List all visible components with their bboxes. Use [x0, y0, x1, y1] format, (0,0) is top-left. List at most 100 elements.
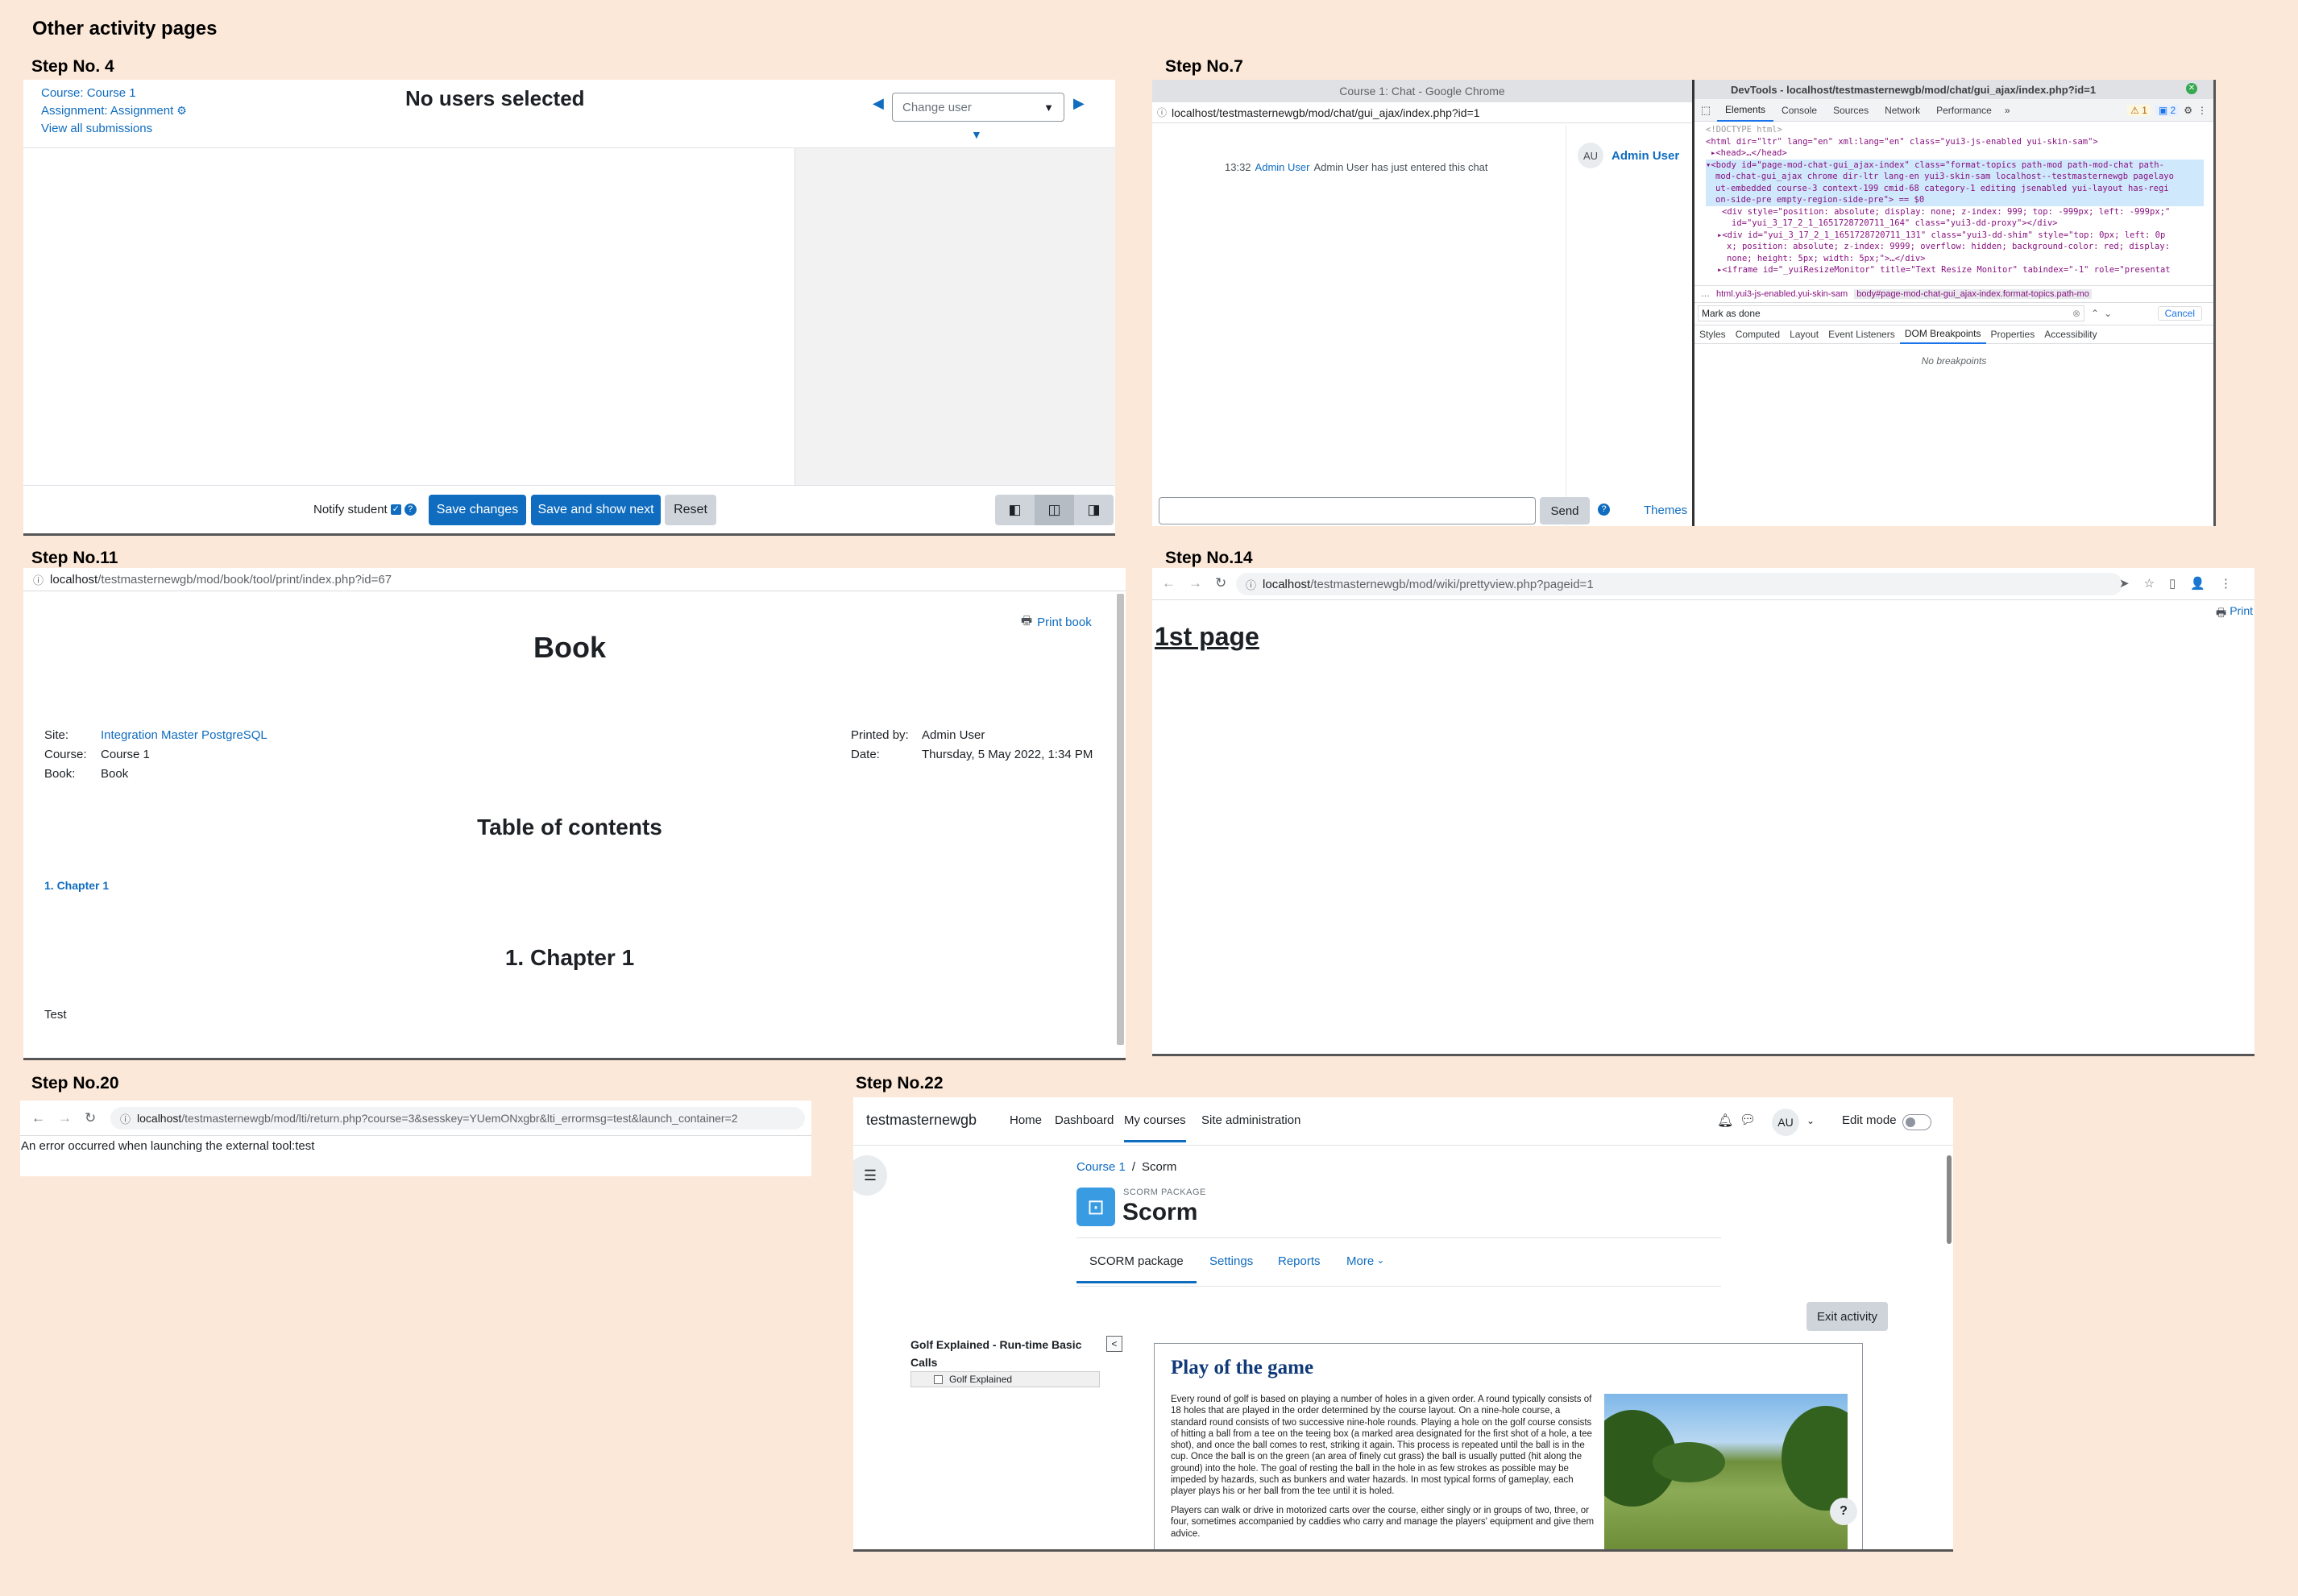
dt-tab-elements[interactable]: Elements [1717, 99, 1774, 122]
change-user-select[interactable]: Change user ▼ [892, 93, 1064, 122]
send-icon[interactable]: ➤ [2119, 576, 2130, 591]
chevron-down-icon[interactable]: ⌄ [1806, 1115, 1815, 1126]
tab-settings[interactable]: Settings [1209, 1254, 1253, 1268]
url-host[interactable]: localhost [137, 1112, 181, 1125]
chat-message-input[interactable] [1159, 497, 1536, 524]
kebab-menu-icon[interactable]: ⋮ [2220, 576, 2232, 591]
dom-line-selected[interactable]: ▾<body id="page-mod-chat-gui_ajax-index"… [1706, 159, 2204, 171]
scrollbar[interactable] [1947, 1155, 1952, 1244]
dom-line[interactable]: id="yui_3_17_2_1_1651728720711_164" clas… [1706, 218, 2204, 230]
bell-icon[interactable]: 🔔︎ [1717, 1113, 1733, 1129]
dom-line-selected[interactable]: on-side-pre empty-region-side-pre"> == $… [1706, 194, 2204, 206]
print-icon[interactable]: 🖶 [1021, 612, 1032, 632]
assignment-link[interactable]: Assignment: Assignment [41, 104, 173, 118]
next-user-icon[interactable]: ▶ [1073, 95, 1085, 112]
dt-subtab-layout[interactable]: Layout [1785, 325, 1823, 343]
dt-tab-performance[interactable]: Performance [1928, 100, 2000, 121]
tab-more[interactable]: More [1346, 1254, 1374, 1268]
edit-mode-toggle[interactable] [1902, 1114, 1931, 1130]
help-button[interactable]: ? [1830, 1498, 1857, 1525]
dom-search-input[interactable]: Mark as done ⊗ [1698, 305, 2084, 321]
message-user-link[interactable]: Admin User [1255, 161, 1310, 173]
help-icon[interactable]: ? [404, 504, 417, 516]
course-index-toggle-icon[interactable]: ☰ [853, 1155, 887, 1196]
back-icon[interactable]: ← [1162, 575, 1176, 591]
tab-reports[interactable]: Reports [1278, 1254, 1321, 1268]
toc-collapse-button[interactable]: < [1106, 1336, 1122, 1352]
view-all-submissions-link[interactable]: View all submissions [41, 122, 152, 135]
toc-item[interactable]: Golf Explained [910, 1371, 1100, 1387]
reload-icon[interactable]: ↻ [1215, 575, 1226, 591]
nav-dashboard[interactable]: Dashboard [1055, 1113, 1114, 1127]
url-path[interactable]: /testmasternewgb/mod/wiki/prettyview.php… [1310, 578, 1593, 591]
gear-icon[interactable]: ⚙ [2184, 105, 2192, 116]
breadcrumb-course-link[interactable]: Course 1 [1076, 1160, 1126, 1174]
print-link[interactable]: Print [2230, 604, 2253, 624]
dom-line-selected[interactable]: mod-chat-gui_ajax chrome dir-ltr lang-en… [1706, 171, 2204, 183]
layout-collapse-review-icon[interactable]: ◧ [995, 495, 1035, 525]
dt-tab-sources[interactable]: Sources [1825, 100, 1877, 121]
dom-line[interactable]: x; position: absolute; z-index: 9999; ov… [1706, 241, 2204, 253]
search-down-icon[interactable]: ⌄ [2104, 308, 2112, 319]
prev-user-icon[interactable]: ◀ [873, 95, 884, 112]
layout-collapse-grade-icon[interactable]: ◨ [1074, 495, 1114, 525]
dt-tab-console[interactable]: Console [1773, 100, 1825, 121]
send-button[interactable]: Send [1540, 497, 1590, 524]
inspect-icon[interactable]: ⬚ [1694, 104, 1717, 117]
forward-icon[interactable]: → [58, 1110, 72, 1126]
chat-icon[interactable]: 💬︎ [1740, 1112, 1756, 1128]
url-path[interactable]: /testmasternewgb/mod/book/tool/print/ind… [97, 573, 392, 587]
dt-subtab-event-listeners[interactable]: Event Listeners [1823, 325, 1900, 343]
help-icon[interactable]: ? [1598, 504, 1610, 516]
save-and-show-next-button[interactable]: Save and show next [531, 495, 661, 525]
layout-default-icon[interactable]: ◫ [1035, 495, 1074, 525]
search-cancel-button[interactable]: Cancel [2157, 305, 2202, 321]
save-changes-button[interactable]: Save changes [429, 495, 526, 525]
url-host[interactable]: localhost [50, 573, 97, 587]
toc-item-link[interactable]: 1. Chapter 1 [44, 879, 109, 892]
exit-activity-button[interactable]: Exit activity [1806, 1302, 1888, 1331]
dom-line[interactable]: <div style="position: absolute; display:… [1706, 206, 2204, 218]
sidebar-icon[interactable]: ▯ [2169, 576, 2176, 591]
dt-subtab-styles[interactable]: Styles [1694, 325, 1731, 343]
close-icon[interactable]: ✕ [2186, 83, 2197, 94]
forward-icon[interactable]: → [1188, 575, 1202, 591]
chat-user-name[interactable]: Admin User [1612, 149, 1679, 163]
url-path[interactable]: /testmasternewgb/mod/lti/return.php?cour… [181, 1112, 737, 1125]
kebab-menu-icon[interactable]: ⋮ [2197, 105, 2207, 116]
dom-line[interactable]: none; height: 5px; width: 5px;">…</div> [1706, 253, 2204, 265]
avatar[interactable]: AU [1772, 1109, 1799, 1136]
dom-line[interactable]: <!DOCTYPE html> [1706, 124, 2204, 136]
notify-student-checkbox[interactable]: ✓ [390, 504, 401, 515]
profile-icon[interactable]: 👤 [2190, 576, 2205, 591]
dt-subtab-properties[interactable]: Properties [1986, 325, 2040, 343]
dt-subtab-dom-breakpoints[interactable]: DOM Breakpoints [1899, 325, 1986, 344]
search-up-icon[interactable]: ⌃ [2091, 308, 2099, 319]
message-badge[interactable]: ▣ 2 [2155, 104, 2180, 116]
reload-icon[interactable]: ↻ [85, 1110, 96, 1126]
scrollbar[interactable] [1117, 594, 1124, 1045]
back-icon[interactable]: ← [31, 1110, 45, 1126]
nav-home[interactable]: Home [1010, 1113, 1042, 1127]
print-icon[interactable]: 🖶 [2216, 604, 2226, 624]
clear-icon[interactable]: ⊗ [2072, 308, 2084, 319]
reset-button[interactable]: Reset [665, 495, 716, 525]
star-icon[interactable]: ☆ [2144, 576, 2155, 591]
dt-tab-more[interactable]: » [2000, 100, 2015, 121]
site-link[interactable]: Integration Master PostgreSQL [101, 728, 268, 742]
dom-line[interactable]: ▸<head>…</head> [1706, 147, 2204, 160]
print-book-link[interactable]: Print book [1037, 616, 1092, 629]
url-text[interactable]: localhost/testmasternewgb/mod/chat/gui_a… [1172, 106, 1480, 119]
dom-line-selected[interactable]: ut-embedded course-3 context-199 cmid-68… [1706, 182, 2204, 194]
dom-line[interactable]: ▸<iframe id="_yuiResizeMonitor" title="T… [1706, 264, 2204, 276]
dom-breadcrumb-body[interactable]: body#page-mod-chat-gui_ajax-index.format… [1854, 288, 2092, 299]
warning-badge[interactable]: ⚠ 1 [2127, 104, 2151, 116]
dom-line[interactable]: <html dir="ltr" lang="en" xml:lang="en" … [1706, 136, 2204, 148]
nav-site-administration[interactable]: Site administration [1201, 1113, 1300, 1127]
nav-my-courses[interactable]: My courses [1124, 1113, 1186, 1142]
themes-link[interactable]: Themes [1644, 504, 1687, 517]
dt-subtab-accessibility[interactable]: Accessibility [2039, 325, 2101, 343]
dt-subtab-computed[interactable]: Computed [1731, 325, 1785, 343]
course-link[interactable]: Course: Course 1 [41, 86, 136, 100]
tab-scorm-package[interactable]: SCORM package [1076, 1254, 1197, 1283]
